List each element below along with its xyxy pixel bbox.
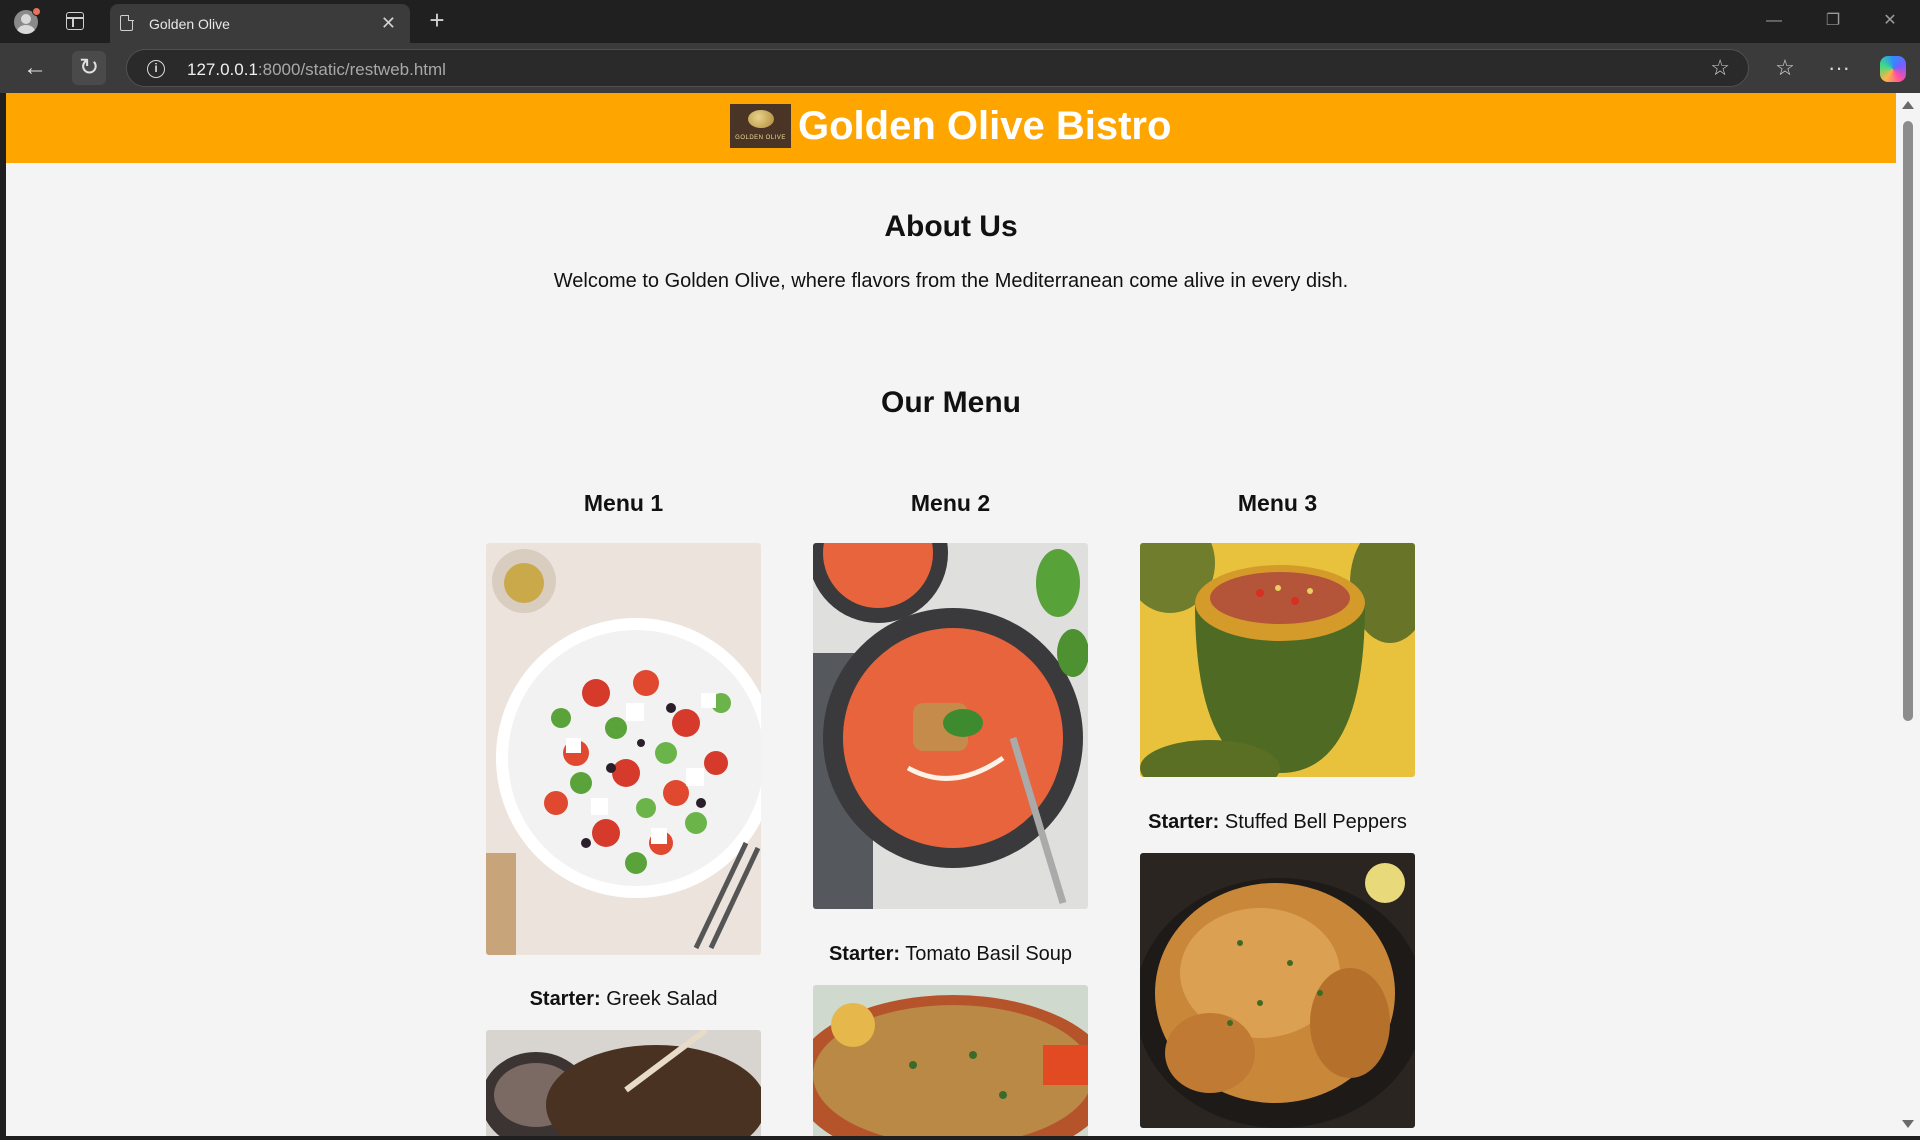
close-window-button[interactable]: ✕ <box>1878 10 1902 32</box>
page-scrollbar[interactable] <box>1896 93 1920 1136</box>
site-header: GOLDEN OLIVE Golden Olive Bistro <box>6 93 1896 163</box>
logo-text: GOLDEN OLIVE <box>735 135 786 141</box>
dish-caption: Starter: Greek Salad <box>486 988 761 1011</box>
logo: GOLDEN OLIVE <box>730 104 791 148</box>
url-path: :8000/static/restweb.html <box>257 60 446 79</box>
info-icon[interactable]: i <box>147 60 165 78</box>
starter-name: Tomato Basil Soup <box>905 943 1073 965</box>
browser-toolbar: ← ↻ i 127.0.0.1:8000/static/restweb.html… <box>0 43 1920 93</box>
olive-icon <box>748 110 774 128</box>
about-title: About Us <box>884 210 1018 243</box>
url-host: 127.0.0.1 <box>187 60 258 79</box>
scroll-down-icon[interactable] <box>1902 1120 1914 1128</box>
tab-actions-icon[interactable] <box>66 12 84 30</box>
favorites-icon[interactable]: ☆ <box>1768 51 1802 85</box>
page-viewport: GOLDEN OLIVE Golden Olive Bistro About U… <box>6 93 1896 1136</box>
menu-heading: Menu 2 <box>910 490 991 516</box>
starter-label: Starter: <box>529 988 601 1010</box>
browser-tab[interactable]: Golden Olive ✕ <box>110 4 410 43</box>
dish-caption: Starter: Tomato Basil Soup <box>813 943 1088 966</box>
new-tab-button[interactable]: + <box>422 5 452 35</box>
stuffed-peppers-image <box>1140 543 1415 777</box>
notification-dot <box>32 7 41 16</box>
scroll-up-icon[interactable] <box>1902 101 1914 109</box>
minimize-button[interactable]: — <box>1762 10 1786 32</box>
tomato-soup-image <box>813 543 1088 909</box>
star-icon[interactable]: ☆ <box>1710 55 1730 81</box>
baked-fish-image <box>813 985 1088 1136</box>
menu-heading: Menu 3 <box>1237 490 1318 516</box>
close-tab-icon[interactable]: ✕ <box>381 13 396 33</box>
starter-name: Stuffed Bell Peppers <box>1224 811 1407 833</box>
url-text: 127.0.0.1:8000/static/restweb.html <box>187 60 446 80</box>
reload-button[interactable]: ↻ <box>72 51 106 85</box>
starter-label: Starter: <box>1148 811 1220 833</box>
address-bar[interactable]: i 127.0.0.1:8000/static/restweb.html ☆ <box>126 49 1749 87</box>
menu-title: Our Menu <box>881 386 1021 419</box>
site-title: Golden Olive Bistro <box>798 103 1172 148</box>
starter-name: Greek Salad <box>606 988 718 1010</box>
more-menu-icon[interactable]: ··· <box>1822 51 1856 85</box>
dish-caption: Starter: Stuffed Bell Peppers <box>1140 811 1415 834</box>
copilot-icon[interactable] <box>1880 56 1906 82</box>
restore-button[interactable]: ❐ <box>1821 10 1845 32</box>
lamb-image <box>486 1030 761 1136</box>
about-text: Welcome to Golden Olive, where flavors f… <box>553 270 1349 292</box>
roast-chicken-image <box>1140 853 1415 1128</box>
browser-tab-bar: Golden Olive ✕ + — ❐ ✕ <box>0 0 1920 43</box>
page-icon <box>120 14 134 31</box>
scrollbar-thumb[interactable] <box>1903 121 1913 721</box>
menu-heading: Menu 1 <box>583 490 664 516</box>
profile-avatar[interactable] <box>11 7 41 35</box>
brand: GOLDEN OLIVE Golden Olive Bistro <box>730 103 1171 149</box>
starter-label: Starter: <box>828 943 901 965</box>
greek-salad-image <box>486 543 761 955</box>
back-button[interactable]: ← <box>18 51 52 85</box>
tab-title: Golden Olive <box>149 16 230 32</box>
